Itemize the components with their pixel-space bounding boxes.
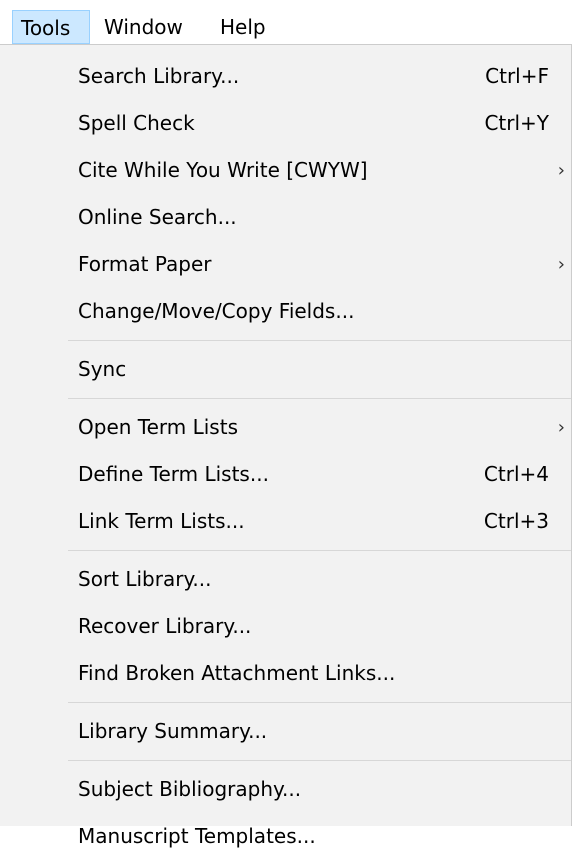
menu-item-sync[interactable]: Sync (0, 346, 571, 393)
menu-item-shortcut: Ctrl+F (485, 64, 549, 88)
menu-item-label: Spell Check (78, 111, 195, 135)
menu-item-label: Define Term Lists... (78, 462, 269, 486)
menu-item-label: Sort Library... (78, 567, 212, 591)
menu-item-online-search[interactable]: Online Search... (0, 194, 571, 241)
menu-item-label: Link Term Lists... (78, 509, 245, 533)
menu-separator (0, 335, 571, 346)
chevron-right-icon: › (557, 417, 565, 438)
menubar: Tools Window Help (0, 0, 574, 45)
menu-item-spell-check[interactable]: Spell Check Ctrl+Y (0, 100, 571, 147)
menu-item-manuscript-templates[interactable]: Manuscript Templates... (0, 813, 571, 860)
menu-item-label: Cite While You Write [CWYW] (78, 158, 368, 182)
menu-item-label: Manuscript Templates... (78, 824, 316, 848)
menu-item-label: Format Paper (78, 252, 212, 276)
menu-item-library-summary[interactable]: Library Summary... (0, 708, 571, 755)
menubar-window[interactable]: Window (96, 10, 191, 44)
menu-item-change-move-copy-fields[interactable]: Change/Move/Copy Fields... (0, 288, 571, 335)
menu-item-label: Find Broken Attachment Links... (78, 661, 396, 685)
menu-item-subject-bibliography[interactable]: Subject Bibliography... (0, 766, 571, 813)
menu-item-label: Change/Move/Copy Fields... (78, 299, 355, 323)
menu-item-shortcut: Ctrl+Y (484, 111, 549, 135)
menu-item-search-library[interactable]: Search Library... Ctrl+F (0, 53, 571, 100)
menubar-tools[interactable]: Tools (12, 10, 90, 44)
menu-item-format-paper[interactable]: Format Paper › (0, 241, 571, 288)
menu-separator (0, 697, 571, 708)
menu-item-open-term-lists[interactable]: Open Term Lists › (0, 404, 571, 451)
menu-item-define-term-lists[interactable]: Define Term Lists... Ctrl+4 (0, 451, 571, 498)
menu-item-link-term-lists[interactable]: Link Term Lists... Ctrl+3 (0, 498, 571, 545)
menu-item-recover-library[interactable]: Recover Library... (0, 603, 571, 650)
menu-item-sort-library[interactable]: Sort Library... (0, 556, 571, 603)
menu-item-label: Search Library... (78, 64, 240, 88)
menu-item-label: Sync (78, 357, 127, 381)
menu-item-label: Online Search... (78, 205, 237, 229)
menu-separator (0, 393, 571, 404)
menu-item-find-broken-attachment-links[interactable]: Find Broken Attachment Links... (0, 650, 571, 697)
menu-list: Search Library... Ctrl+F Spell Check Ctrl+Y… (0, 53, 571, 860)
menu-separator (0, 755, 571, 766)
menu-item-label: Open Term Lists (78, 415, 238, 439)
menu-separator (0, 545, 571, 556)
menu-item-shortcut: Ctrl+3 (483, 509, 549, 533)
tools-menu: Search Library... Ctrl+F Spell Check Ctrl+Y… (0, 44, 572, 848)
menu-item-label: Recover Library... (78, 614, 252, 638)
menu-item-cite-while-you-write-cwyw[interactable]: Cite While You Write [CWYW] › (0, 147, 571, 194)
menu-item-label: Library Summary... (78, 719, 268, 743)
menubar-help[interactable]: Help (212, 10, 274, 44)
chevron-right-icon: › (557, 160, 565, 181)
menu-item-shortcut: Ctrl+4 (483, 462, 549, 486)
chevron-right-icon: › (557, 254, 565, 275)
menu-item-label: Subject Bibliography... (78, 777, 302, 801)
